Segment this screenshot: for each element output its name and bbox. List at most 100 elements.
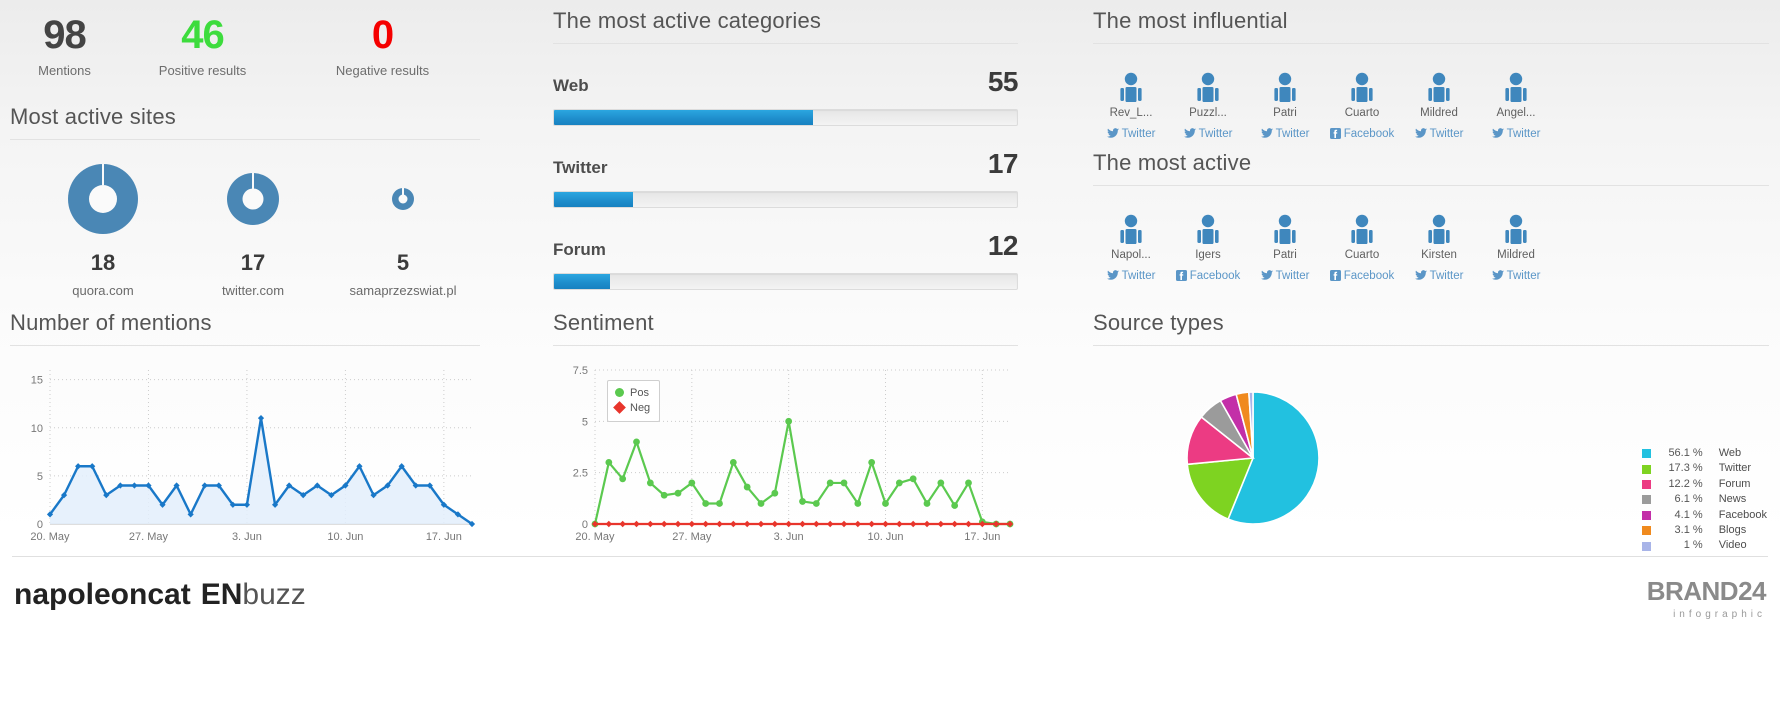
footer-buzz: buzz bbox=[242, 578, 306, 611]
twitter-bird-icon bbox=[1260, 128, 1273, 142]
legend-label: Twitter bbox=[1718, 462, 1752, 475]
sentiment-chart-plot: 0 2.5 5 7.5 20. May 27. May 3. Jun 10. Jun 17. J… bbox=[553, 360, 1018, 550]
donut-chart-icon bbox=[328, 154, 478, 244]
category-item[interactable]: Twitter 17 bbox=[553, 148, 1019, 208]
person-card[interactable]: Patri Twitter bbox=[1247, 200, 1323, 284]
person-card[interactable]: Napol... Twitter bbox=[1093, 200, 1169, 284]
most-active-people-list: Napol... Twitter Igers Facebook Patri Twitter… bbox=[1093, 200, 1769, 284]
legend-item: 12.2 % Forum bbox=[1641, 477, 1767, 492]
person-name: Puzzl... bbox=[1189, 107, 1227, 119]
source-types-plot: 56.1 % Web 17.3 % Twitter 12.2 % Forum 6.1 % Ne… bbox=[1093, 360, 1769, 560]
kpi-mentions-value: 98 bbox=[43, 13, 87, 57]
legend-percent: 17.3 % bbox=[1668, 462, 1703, 475]
person-network-label: Facebook bbox=[1343, 128, 1395, 140]
legend-percent: 56.1 % bbox=[1668, 447, 1703, 459]
site-domain: twitter.com bbox=[221, 283, 285, 298]
person-name: Mildred bbox=[1420, 107, 1458, 119]
person-card[interactable]: Mildred Twitter bbox=[1478, 200, 1554, 284]
person-network-link[interactable]: Twitter bbox=[1170, 128, 1246, 142]
svg-text:5: 5 bbox=[37, 471, 43, 483]
person-card[interactable]: Kirsten Twitter bbox=[1401, 200, 1477, 284]
most-active-sites-list: 18 quora.com 17 twitter.com 5 samaprzezswiat.… bbox=[10, 154, 480, 314]
category-name: Twitter bbox=[553, 158, 608, 177]
site-count: 5 bbox=[396, 250, 410, 275]
kpi-positive: 46 Positive results bbox=[125, 14, 280, 78]
legend-label: Forum bbox=[1718, 477, 1751, 490]
person-avatar-icon bbox=[1247, 200, 1323, 244]
facebook-f-icon bbox=[1329, 270, 1341, 284]
person-network-link[interactable]: Facebook bbox=[1324, 270, 1400, 284]
legend-swatch bbox=[1641, 464, 1651, 474]
legend-label: Web bbox=[1718, 447, 1742, 459]
kpi-negative-value: 0 bbox=[371, 13, 394, 57]
person-network-link[interactable]: Twitter bbox=[1247, 128, 1323, 142]
person-network-link[interactable]: Facebook bbox=[1324, 128, 1400, 142]
person-network-label: Twitter bbox=[1506, 270, 1541, 282]
person-card[interactable]: Mildred Twitter bbox=[1401, 58, 1477, 142]
most-influential-title: The most influential bbox=[1093, 8, 1769, 44]
person-network-label: Twitter bbox=[1198, 128, 1233, 140]
svg-text:27. May: 27. May bbox=[129, 531, 169, 543]
person-card[interactable]: Cuarto Facebook bbox=[1324, 200, 1400, 284]
most-influential-section: The most influential Rev_L... Twitter Puzz… bbox=[1093, 8, 1769, 142]
legend-percent: 12.2 % bbox=[1668, 477, 1703, 490]
site-item[interactable]: 17 twitter.com bbox=[178, 154, 328, 298]
category-value: 12 bbox=[987, 230, 1019, 261]
person-card[interactable]: Patri Twitter bbox=[1247, 58, 1323, 142]
category-item[interactable]: Forum 12 bbox=[553, 230, 1019, 290]
categories-list: Web 55 Twitter 17 Forum 12 bbox=[553, 66, 1019, 290]
svg-text:2.5: 2.5 bbox=[573, 468, 588, 480]
legend-percent: 1 % bbox=[1683, 539, 1703, 552]
person-avatar-icon bbox=[1247, 58, 1323, 102]
site-item[interactable]: 5 samaprzezswiat.pl bbox=[328, 154, 478, 298]
person-avatar-icon bbox=[1401, 58, 1477, 102]
person-name: Patri bbox=[1273, 249, 1297, 261]
person-network-link[interactable]: Twitter bbox=[1247, 270, 1323, 284]
person-name: Angel... bbox=[1496, 107, 1536, 119]
person-network-link[interactable]: Twitter bbox=[1478, 270, 1554, 284]
person-name: Rev_L... bbox=[1109, 107, 1153, 119]
person-network-label: Twitter bbox=[1275, 270, 1310, 282]
person-name: Kirsten bbox=[1421, 249, 1457, 261]
site-item[interactable]: 18 quora.com bbox=[28, 154, 178, 298]
person-network-link[interactable]: Twitter bbox=[1401, 270, 1477, 284]
donut-chart-icon bbox=[178, 154, 328, 244]
person-card[interactable]: Igers Facebook bbox=[1170, 200, 1246, 284]
legend-swatch bbox=[1641, 480, 1651, 490]
person-network-link[interactable]: Twitter bbox=[1093, 270, 1169, 284]
svg-text:27. May: 27. May bbox=[672, 531, 712, 543]
person-network-link[interactable]: Facebook bbox=[1170, 270, 1246, 284]
legend-label: Neg bbox=[630, 402, 651, 414]
category-progress-fill bbox=[554, 110, 814, 125]
svg-text:15: 15 bbox=[31, 375, 43, 387]
person-network-link[interactable]: Twitter bbox=[1478, 128, 1554, 142]
most-influential-list: Rev_L... Twitter Puzzl... Twitter Patri Twitt… bbox=[1093, 58, 1769, 142]
kpi-negative-label: Negative results bbox=[335, 63, 430, 78]
person-card[interactable]: Angel... Twitter bbox=[1478, 58, 1554, 142]
person-network-link[interactable]: Twitter bbox=[1401, 128, 1477, 142]
most-active-people-title: The most active bbox=[1093, 150, 1769, 186]
legend-item: 4.1 % Facebook bbox=[1641, 508, 1767, 523]
twitter-bird-icon bbox=[1106, 128, 1119, 142]
kpi-positive-label: Positive results bbox=[158, 63, 247, 78]
person-card[interactable]: Puzzl... Twitter bbox=[1170, 58, 1246, 142]
person-card[interactable]: Rev_L... Twitter bbox=[1093, 58, 1169, 142]
legend-diamond-marker bbox=[613, 401, 626, 414]
person-card[interactable]: Cuarto Facebook bbox=[1324, 58, 1400, 142]
twitter-bird-icon bbox=[1414, 270, 1427, 284]
person-name: Patri bbox=[1273, 107, 1297, 119]
person-name: Cuarto bbox=[1344, 249, 1380, 261]
category-progress-track bbox=[553, 109, 1018, 126]
person-network-link[interactable]: Twitter bbox=[1093, 128, 1169, 142]
category-name: Forum bbox=[553, 240, 606, 259]
category-progress-track bbox=[553, 273, 1018, 290]
svg-text:7.5: 7.5 bbox=[573, 365, 588, 377]
svg-text:17. Jun: 17. Jun bbox=[964, 531, 1000, 543]
category-item[interactable]: Web 55 bbox=[553, 66, 1019, 126]
legend-item: 17.3 % Twitter bbox=[1641, 461, 1767, 476]
footer-en: EN bbox=[200, 578, 243, 611]
footer-napoleoncat: napoleoncat bbox=[14, 578, 191, 611]
svg-text:10. Jun: 10. Jun bbox=[867, 531, 903, 543]
legend-percent: 6.1 % bbox=[1674, 493, 1703, 506]
kpi-negative: 0 Negative results bbox=[300, 14, 465, 78]
